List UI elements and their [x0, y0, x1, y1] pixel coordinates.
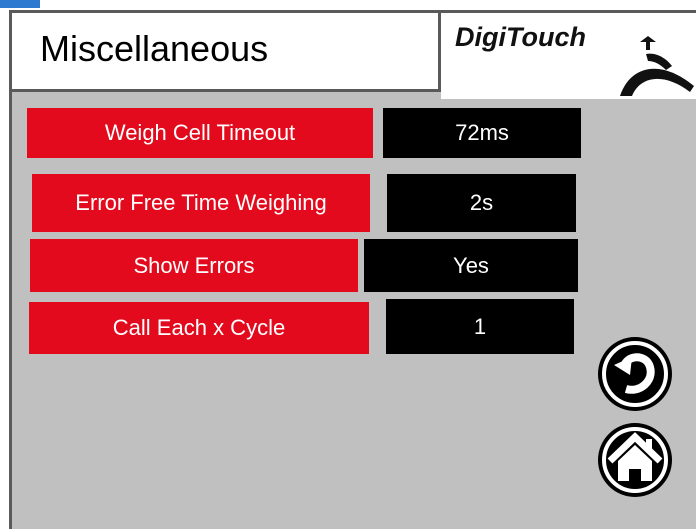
page-title: Miscellaneous — [40, 28, 269, 69]
show-errors-button[interactable]: Show Errors — [30, 239, 358, 292]
call-each-x-cycle-value[interactable]: 1 — [386, 299, 574, 354]
back-button[interactable] — [596, 335, 674, 413]
weigh-cell-timeout-value[interactable]: 72ms — [383, 108, 581, 158]
top-strip — [0, 0, 696, 10]
show-errors-value[interactable]: Yes — [364, 239, 578, 292]
home-button[interactable] — [596, 421, 674, 499]
logo-swoosh-icon — [620, 36, 694, 96]
logo-text: DigiTouch — [455, 22, 586, 52]
top-strip-fragment — [0, 0, 40, 8]
error-free-time-weighing-button[interactable]: Error Free Time Weighing — [32, 174, 370, 232]
weigh-cell-timeout-button[interactable]: Weigh Cell Timeout — [27, 108, 373, 158]
error-free-time-weighing-value[interactable]: 2s — [387, 174, 576, 232]
call-each-x-cycle-button[interactable]: Call Each x Cycle — [29, 302, 369, 354]
